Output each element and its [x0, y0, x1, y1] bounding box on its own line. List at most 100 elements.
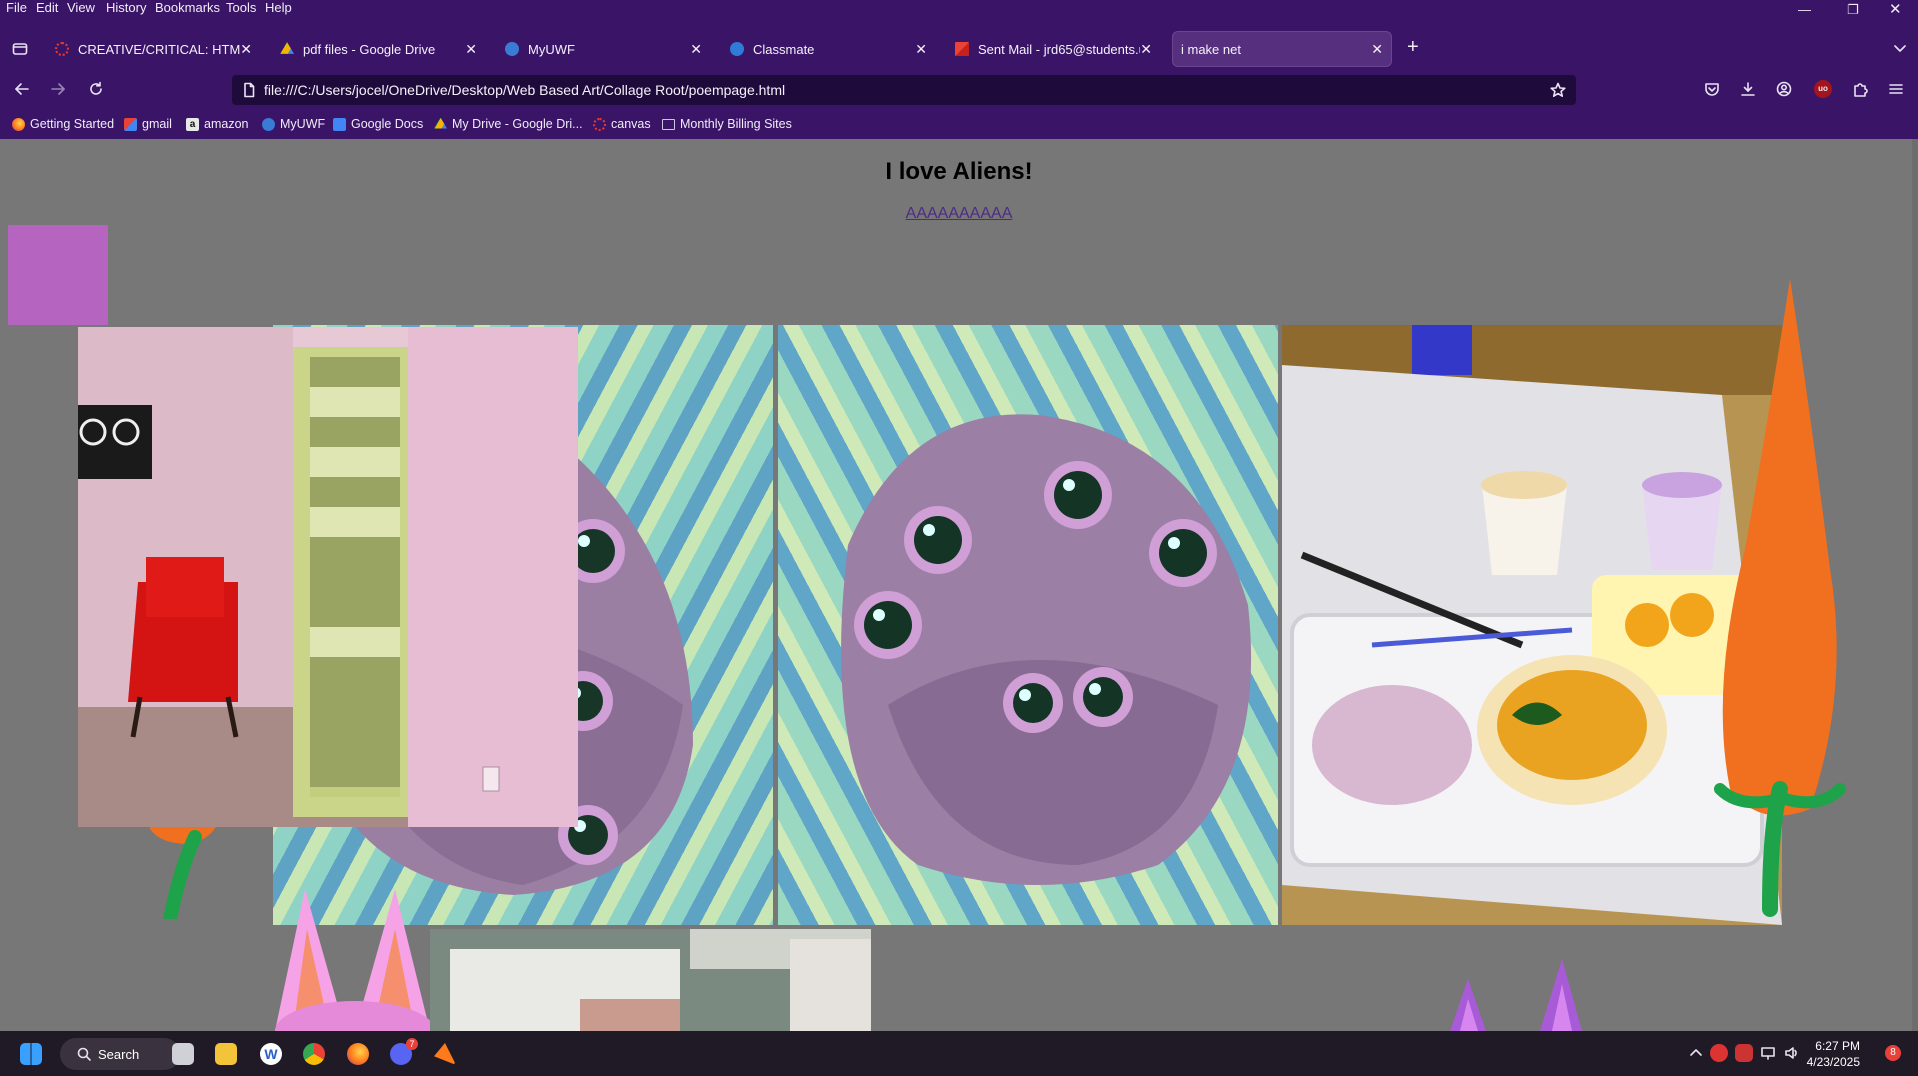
tab-pdf-files[interactable]: pdf files - Google Drive ✕ [269, 32, 485, 66]
onedrive-icon[interactable] [1735, 1044, 1753, 1062]
close-tab-icon[interactable]: ✕ [690, 41, 702, 58]
bookmark-google-docs[interactable]: Google Docs [333, 117, 423, 131]
close-tab-icon[interactable]: ✕ [915, 41, 927, 58]
cat-ears-image [255, 889, 445, 1031]
menu-bookmarks[interactable]: Bookmarks [155, 0, 220, 15]
extensions-icon[interactable] [1852, 81, 1868, 102]
tab-i-make-net[interactable]: i make net ✕ [1173, 32, 1391, 66]
close-tab-icon[interactable]: ✕ [1371, 41, 1383, 58]
tab-title: Sent Mail - jrd65@students.uwf [978, 41, 1140, 57]
bookmark-getting-started[interactable]: Getting Started [12, 117, 114, 131]
tab-strip: CREATIVE/CRITICAL: HTML Stor ✕ pdf files… [0, 30, 1918, 68]
volume-icon[interactable] [1784, 1045, 1800, 1066]
amazon-icon: a [186, 117, 199, 131]
gmail-icon [955, 42, 969, 56]
firefox-icon[interactable] [347, 1043, 369, 1065]
page-info-icon[interactable] [241, 82, 257, 103]
downloads-icon[interactable] [1740, 81, 1756, 102]
show-hidden-icons[interactable] [1688, 1045, 1704, 1066]
bookmark-label: MyUWF [280, 117, 326, 131]
bookmark-amazon[interactable]: a amazon [186, 117, 248, 131]
back-button[interactable] [14, 81, 30, 102]
bookmark-canvas[interactable]: canvas [593, 117, 651, 131]
page-link[interactable]: AAAAAAAAAA [0, 205, 1918, 223]
menu-history[interactable]: History [106, 0, 146, 15]
gmail-icon [124, 117, 137, 131]
discord-badge: 7 [406, 1038, 418, 1050]
app-icon[interactable] [434, 1043, 456, 1065]
forward-button[interactable] [50, 81, 66, 102]
account-icon[interactable] [1776, 81, 1792, 102]
task-view-icon[interactable] [172, 1043, 194, 1065]
url-text[interactable]: file:///C:/Users/jocel/OneDrive/Desktop/… [264, 82, 785, 98]
close-window-button[interactable]: ✕ [1889, 0, 1902, 18]
sync-icon[interactable] [1710, 1044, 1728, 1062]
taskbar-search[interactable]: Search [60, 1038, 180, 1070]
carrot-image [1700, 269, 1850, 919]
bookmark-label: My Drive - Google Dri... [452, 117, 583, 131]
tab-creative-critical[interactable]: CREATIVE/CRITICAL: HTML Stor ✕ [44, 32, 260, 66]
page-content: I love Aliens! AAAAAAAAAA [0, 139, 1918, 1031]
bookmark-monthly-billing[interactable]: Monthly Billing Sites [662, 117, 792, 131]
bookmark-gmail[interactable]: gmail [124, 117, 172, 131]
close-tab-icon[interactable]: ✕ [1140, 41, 1152, 58]
tab-classmate[interactable]: Classmate ✕ [719, 32, 935, 66]
google-drive-icon [434, 117, 447, 129]
menu-file[interactable]: File [6, 0, 27, 15]
url-bar[interactable]: file:///C:/Users/jocel/OneDrive/Desktop/… [232, 75, 1576, 105]
firefox-icon [12, 117, 25, 131]
new-tab-button[interactable]: + [1407, 36, 1419, 59]
google-drive-icon [280, 42, 294, 54]
close-tab-icon[interactable]: ✕ [240, 41, 252, 58]
tab-title: i make net [1181, 41, 1241, 57]
clock-date: 4/23/2025 [1806, 1055, 1860, 1069]
uwf-icon [262, 117, 275, 131]
folder-icon [662, 118, 675, 130]
navigation-bar: file:///C:/Users/jocel/OneDrive/Desktop/… [0, 70, 1918, 110]
restore-button[interactable]: ❐ [1847, 2, 1859, 18]
clock-time: 6:27 PM [1815, 1039, 1860, 1053]
page-title: I love Aliens! [885, 158, 1033, 185]
tab-title: Classmate [753, 41, 815, 57]
menu-help[interactable]: Help [265, 0, 292, 15]
notification-badge[interactable]: 8 [1885, 1045, 1901, 1061]
pixelated-photo-image [430, 929, 871, 1031]
bookmark-my-drive[interactable]: My Drive - Google Dri... [434, 117, 583, 131]
tab-myuwf[interactable]: MyUWF ✕ [494, 32, 710, 66]
bookmark-label: canvas [611, 117, 651, 131]
tab-overview-icon[interactable] [12, 41, 28, 62]
pocket-icon[interactable] [1704, 81, 1720, 102]
bookmark-myuwf[interactable]: MyUWF [262, 117, 325, 131]
network-icon[interactable] [1760, 1045, 1776, 1066]
classmate-icon [730, 42, 744, 56]
menu-tools[interactable]: Tools [226, 0, 256, 15]
menu-edit[interactable]: Edit [36, 0, 58, 15]
cat-ears-image [1440, 959, 1600, 1031]
tab-title: MyUWF [528, 41, 575, 57]
bookmark-star-icon[interactable] [1550, 82, 1566, 103]
taskbar-clock[interactable]: 6:27 PM 4/23/2025 [1807, 1038, 1860, 1070]
chrome-icon[interactable] [303, 1043, 325, 1065]
bookmark-label: Getting Started [30, 117, 115, 131]
minimize-button[interactable]: — [1798, 2, 1811, 17]
windows-start-icon[interactable] [20, 1043, 42, 1065]
file-explorer-icon[interactable] [215, 1043, 237, 1065]
carrot-image-left [150, 819, 230, 919]
search-label: Search [98, 1047, 140, 1062]
reload-button[interactable] [88, 81, 104, 102]
google-docs-icon [333, 117, 346, 131]
windows-taskbar: Search W 7 6:27 PM 4/23/2025 8 [0, 1031, 1918, 1076]
word-app-icon[interactable]: W [260, 1043, 282, 1065]
list-tabs-icon[interactable] [1892, 40, 1908, 61]
page-scrollbar[interactable] [1912, 139, 1918, 1031]
browser-chrome: File Edit View History Bookmarks Tools H… [0, 0, 1918, 139]
app-menu-icon[interactable] [1888, 81, 1904, 102]
canvas-icon [593, 117, 606, 131]
canvas-icon [55, 42, 69, 56]
close-tab-icon[interactable]: ✕ [465, 41, 477, 58]
tab-sent-mail[interactable]: Sent Mail - jrd65@students.uwf ✕ [944, 32, 1160, 66]
tab-title: pdf files - Google Drive [303, 41, 436, 57]
tab-title: CREATIVE/CRITICAL: HTML Stor [78, 41, 241, 57]
ublock-icon[interactable]: uo [1814, 80, 1832, 98]
menu-view[interactable]: View [67, 0, 95, 15]
